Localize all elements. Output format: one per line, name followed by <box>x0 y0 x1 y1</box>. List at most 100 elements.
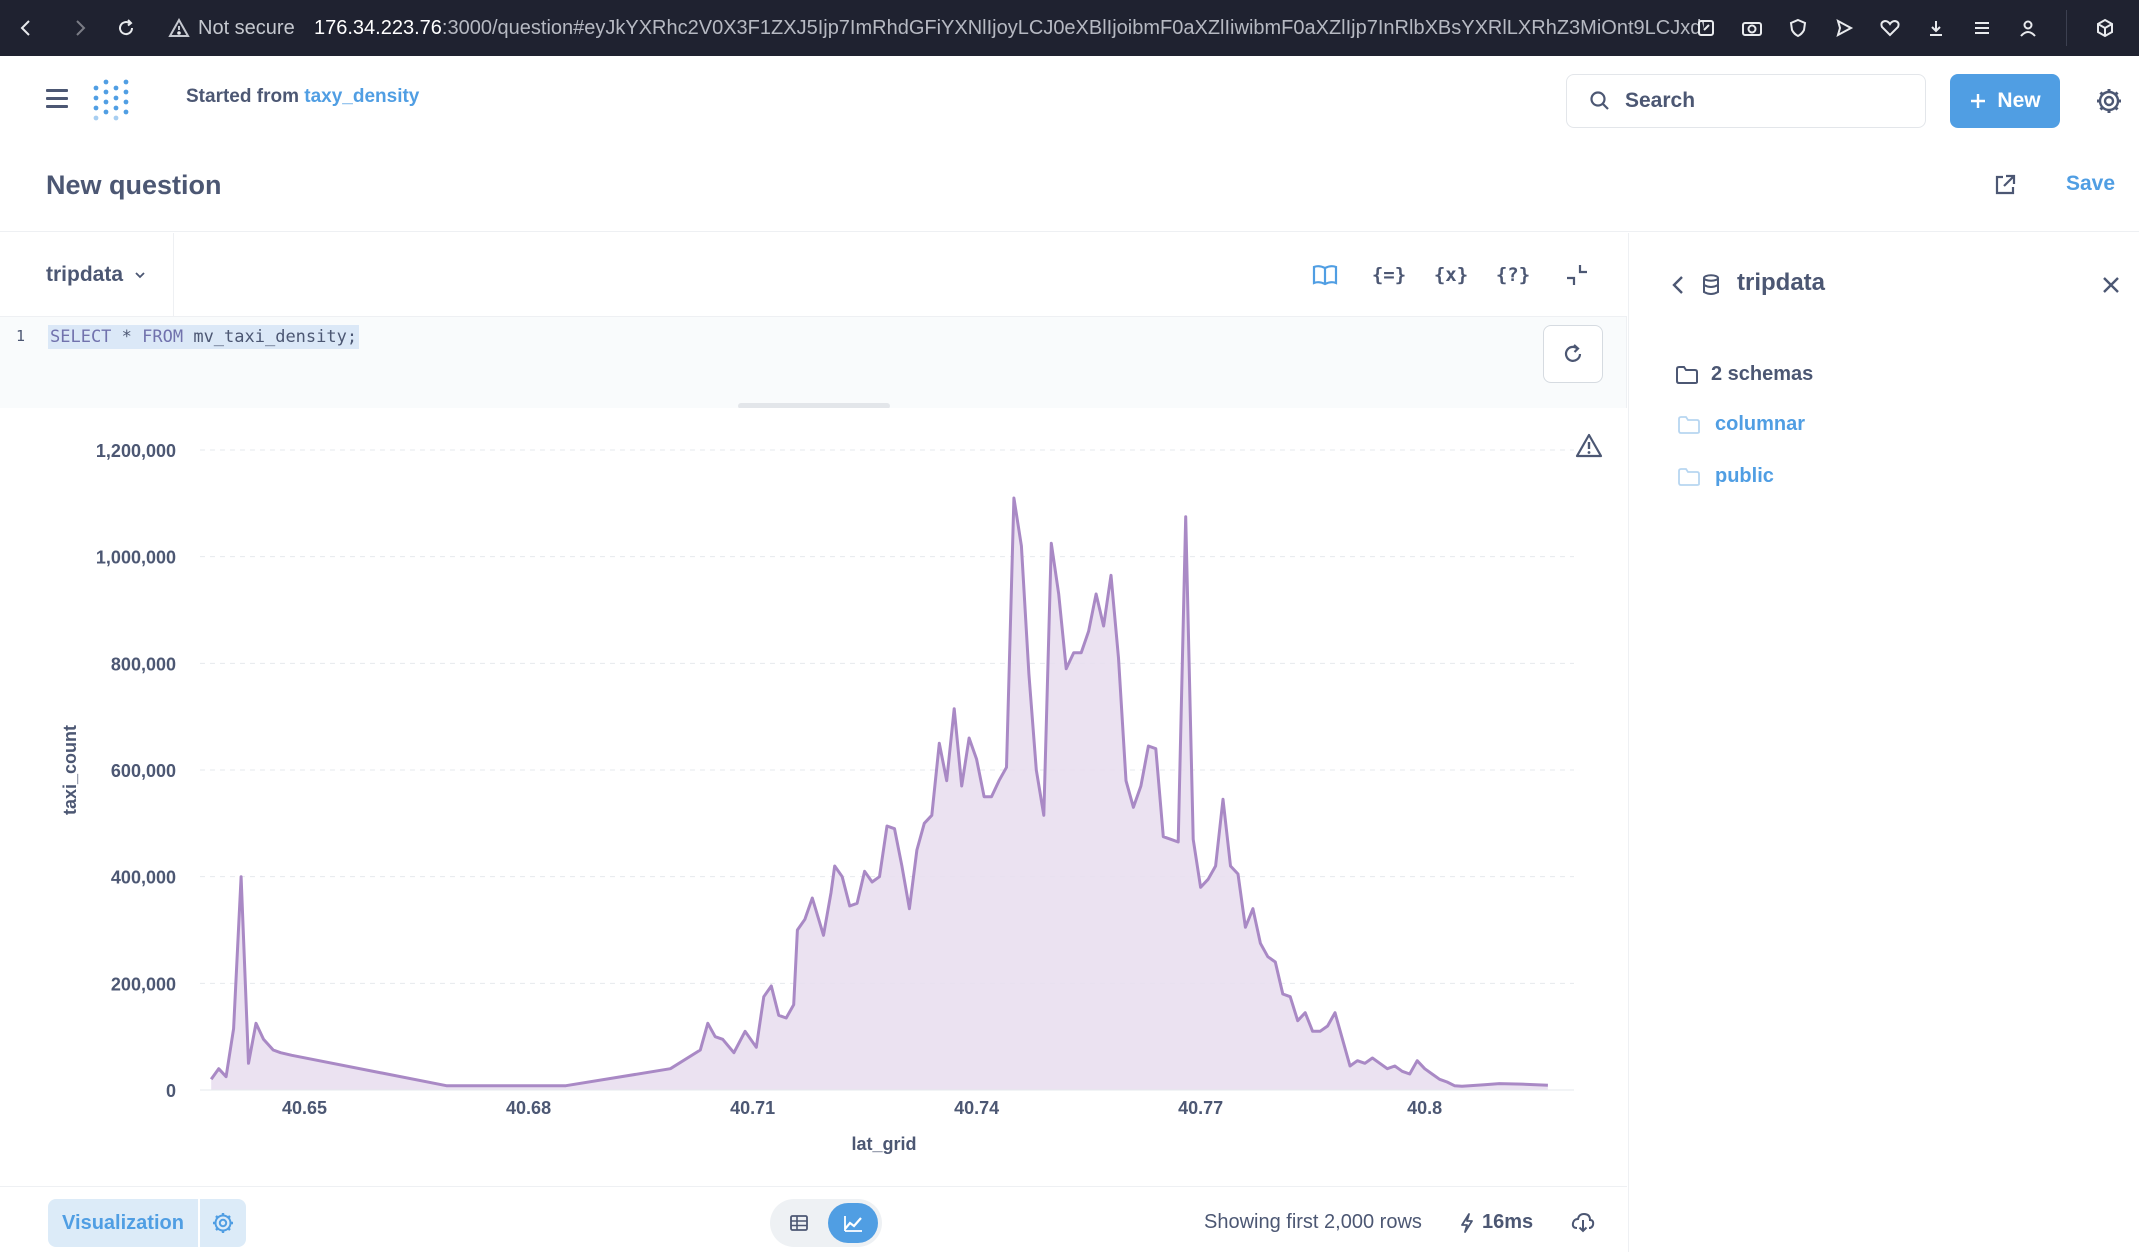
sql-editor: tripdata {=} {x} {?} 1 SELECT * FROM mv_… <box>0 233 1627 409</box>
data-reference-sidebar: tripdata 2 schemas columnar public <box>1628 233 2139 1252</box>
sidebar-title: tripdata <box>1737 269 1826 296</box>
x-tick-label: 40.77 <box>1178 1098 1223 1118</box>
source-question-link[interactable]: taxy_density <box>304 86 419 107</box>
started-from-prefix: Started from <box>186 86 299 107</box>
view-toggle <box>770 1199 882 1247</box>
new-button[interactable]: New <box>1950 74 2060 128</box>
schema-label: public <box>1715 465 1774 487</box>
database-picker[interactable]: tripdata <box>0 233 174 317</box>
folder-icon <box>1676 365 1698 384</box>
profile-icon[interactable] <box>2016 16 2040 40</box>
x-tick-label: 40.71 <box>730 1098 775 1118</box>
open-in-new-icon[interactable] <box>1992 172 2020 200</box>
y-tick-label: 1,000,000 <box>96 548 176 568</box>
edit-icon[interactable] <box>1694 16 1718 40</box>
sql-keyword-from: FROM <box>142 327 184 347</box>
download-results-icon[interactable] <box>1570 1209 1596 1235</box>
area-fill <box>211 498 1548 1090</box>
database-icon <box>1699 273 1723 297</box>
query-footer: Visualization Showing first 2,000 rows 1… <box>0 1186 1627 1252</box>
snippets-icon[interactable]: {?} <box>1496 259 1530 291</box>
data-reference-book-icon[interactable] <box>1308 259 1342 291</box>
new-button-label: New <box>1997 89 2041 112</box>
started-from-label: Started from taxy_density <box>186 86 419 108</box>
collapse-editor-icon[interactable] <box>1560 259 1594 291</box>
area-chart: 0 200,000 400,000 600,000 800,000 1,000,000 1,… <box>60 441 1574 1154</box>
variable-x-icon[interactable]: {x} <box>1434 259 1468 291</box>
line-number: 1 <box>16 327 26 345</box>
chevron-left-icon[interactable] <box>1669 273 1689 297</box>
security-indicator[interactable]: Not secure <box>168 12 295 44</box>
download-icon[interactable] <box>1924 16 1948 40</box>
sql-table-name: mv_taxi_density; <box>183 327 358 347</box>
y-tick-label: 200,000 <box>111 974 176 994</box>
url-host: 176.34.223.76 <box>314 16 442 39</box>
toolbar-divider <box>2066 10 2067 46</box>
code-line[interactable]: 1 SELECT * FROM mv_taxi_density; <box>0 317 1627 357</box>
search-icon <box>1590 91 1609 110</box>
timing-value: 16ms <box>1482 1211 1534 1233</box>
sidebar-item-columnar[interactable]: columnar <box>1677 413 1805 436</box>
app-header: Started from taxy_density Search New <box>0 56 2139 142</box>
metabase-logo[interactable] <box>90 78 134 122</box>
sql-token: * <box>111 327 143 347</box>
y-tick-label: 400,000 <box>111 868 176 888</box>
page-title[interactable]: New question <box>46 170 222 201</box>
y-tick-label: 600,000 <box>111 761 176 781</box>
visualization-button[interactable]: Visualization <box>48 1199 198 1247</box>
search-placeholder: Search <box>1625 89 1696 112</box>
reload-icon[interactable] <box>112 14 140 42</box>
sql-keyword-select: SELECT <box>50 327 112 347</box>
run-query-button[interactable] <box>1543 325 1603 383</box>
visualization-settings-gear-icon[interactable] <box>200 1199 246 1247</box>
y-tick-label: 800,000 <box>111 654 176 674</box>
y-tick-label: 0 <box>166 1081 176 1101</box>
folder-icon <box>1678 467 1700 486</box>
browser-toolbar: Not secure 176.34.223.76:3000/question#e… <box>0 0 2139 56</box>
x-tick-label: 40.74 <box>954 1098 999 1118</box>
table-view-toggle[interactable] <box>774 1203 824 1243</box>
extension-cube-icon[interactable] <box>2093 16 2117 40</box>
x-axis-label: lat_grid <box>851 1134 916 1154</box>
line-chart-icon <box>844 1216 862 1232</box>
folder-icon <box>1678 415 1700 434</box>
variables-icon[interactable]: {=} <box>1372 259 1406 291</box>
url-path: :3000/question#eyJkYXRhc2V0X3F1ZXJ5Ijp7I… <box>441 16 1704 39</box>
warning-triangle-icon <box>168 18 190 37</box>
hamburger-menu-icon[interactable] <box>46 89 68 109</box>
x-tick-label: 40.68 <box>506 1098 551 1118</box>
send-icon[interactable] <box>1832 16 1856 40</box>
schemas-count-label: 2 schemas <box>1711 363 1814 385</box>
y-axis-label: taxi_count <box>60 725 80 815</box>
forward-arrow-icon[interactable] <box>66 14 94 42</box>
y-tick-label: 1,200,000 <box>96 441 176 461</box>
row-count-label: Showing first 2,000 rows <box>1204 1211 1422 1233</box>
chevron-down-icon <box>135 272 145 279</box>
chart-view-toggle[interactable] <box>828 1203 878 1243</box>
shield-icon[interactable] <box>1786 16 1810 40</box>
menu-lines-icon[interactable] <box>1970 16 1994 40</box>
x-tick-label: 40.8 <box>1407 1098 1442 1118</box>
address-bar[interactable]: 176.34.223.76:3000/question#eyJkYXRhc2V0… <box>314 12 1704 44</box>
warning-icon[interactable] <box>1574 432 1604 460</box>
save-button[interactable]: Save <box>2066 172 2115 196</box>
refresh-icon <box>1564 344 1582 362</box>
editor-toolbar: tripdata {=} {x} {?} <box>0 233 1627 317</box>
schema-label: columnar <box>1715 413 1806 435</box>
lightning-bolt-icon <box>1461 1212 1473 1233</box>
table-icon <box>790 1215 808 1231</box>
close-icon[interactable] <box>2099 273 2123 297</box>
settings-gear-icon[interactable] <box>2094 86 2124 116</box>
sidebar-item-public[interactable]: public <box>1677 465 1774 488</box>
back-arrow-icon[interactable] <box>12 14 40 42</box>
chart-area: 0 200,000 400,000 600,000 800,000 1,000,000 1,… <box>0 408 1627 1186</box>
search-input[interactable]: Search <box>1566 74 1926 128</box>
schemas-count: 2 schemas <box>1675 363 1813 386</box>
query-timing: 16ms <box>1458 1211 1533 1234</box>
heart-icon[interactable] <box>1878 16 1902 40</box>
camera-icon[interactable] <box>1740 16 1764 40</box>
not-secure-label: Not secure <box>198 16 295 39</box>
question-header: New question Save <box>0 142 2139 232</box>
database-name: tripdata <box>46 263 124 286</box>
sql-query-text[interactable]: SELECT * FROM mv_taxi_density; <box>48 325 360 349</box>
